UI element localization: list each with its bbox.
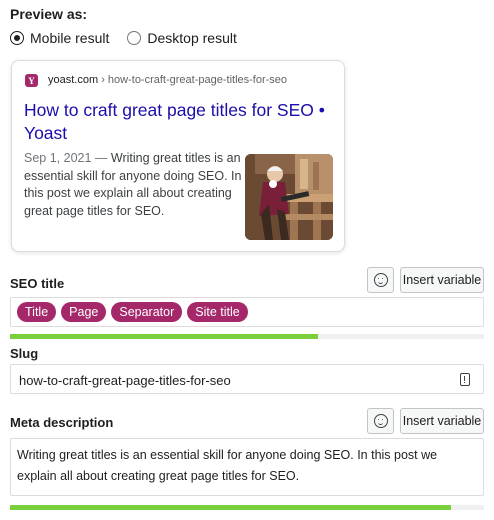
serp-thumbnail-image [245, 154, 333, 240]
serp-path: › how-to-craft-great-page-titles-for-seo [98, 74, 288, 86]
meta-description-value: Writing great titles is an essential ski… [17, 448, 438, 483]
serp-date: Sep 1, 2021 [24, 151, 92, 165]
seo-title-insert-variable-button[interactable]: Insert variable [400, 267, 484, 293]
token-page[interactable]: Page [61, 302, 107, 322]
smiley-icon [373, 273, 388, 287]
meta-description-label: Meta description [10, 415, 114, 430]
serp-description: Sep 1, 2021 — Writing great titles is an… [24, 150, 242, 220]
serp-domain: yoast.com [48, 74, 99, 86]
preview-as-label: Preview as: [10, 6, 88, 22]
seo-title-label: SEO title [10, 276, 65, 291]
slug-label: Slug [10, 346, 39, 361]
desktop-result-label: Desktop result [147, 30, 237, 46]
meta-description-emoji-button[interactable] [367, 408, 394, 434]
token-site-title[interactable]: Site title [187, 302, 248, 322]
seo-title-progress-bar [10, 334, 484, 339]
slug-value: how-to-craft-great-page-titles-for-seo [19, 373, 231, 388]
seo-title-emoji-button[interactable] [367, 267, 394, 293]
seo-title-progress-fill [10, 334, 319, 339]
seo-title-token-list: Title Page Separator Site title [17, 302, 253, 322]
craftsman-illustration [245, 154, 333, 240]
serp-preview-card: Y yoast.com › how-to-craft-great-page-ti… [11, 60, 345, 252]
mobile-result-radio[interactable] [10, 31, 24, 45]
mobile-result-label: Mobile result [30, 30, 110, 46]
slug-info-icon[interactable] [460, 373, 470, 386]
smiley-icon [373, 414, 388, 428]
desktop-result-radio[interactable] [127, 31, 142, 45]
serp-breadcrumb-url: yoast.com › how-to-craft-great-page-titl… [48, 74, 287, 86]
meta-description-textarea[interactable]: Writing great titles is an essential ski… [10, 438, 484, 496]
mobile-result-option[interactable]: Mobile result [10, 30, 109, 46]
token-separator[interactable]: Separator [111, 302, 183, 322]
slug-input[interactable]: how-to-craft-great-page-titles-for-seo [10, 364, 484, 394]
serp-date-separator: — [91, 151, 111, 165]
token-title[interactable]: Title [17, 302, 57, 322]
preview-mode-radio-group: Mobile result Desktop result [10, 30, 255, 46]
meta-description-insert-variable-button[interactable]: Insert variable [400, 408, 484, 434]
meta-description-progress-fill [10, 505, 451, 510]
meta-description-progress-bar [10, 505, 484, 510]
seo-title-input[interactable]: Title Page Separator Site title [10, 297, 484, 327]
desktop-result-option[interactable]: Desktop result [127, 30, 237, 46]
favicon-letter: Y [28, 75, 35, 86]
serp-title: How to craft great page titles for SEO •… [24, 100, 325, 143]
site-favicon-icon: Y [25, 74, 38, 87]
